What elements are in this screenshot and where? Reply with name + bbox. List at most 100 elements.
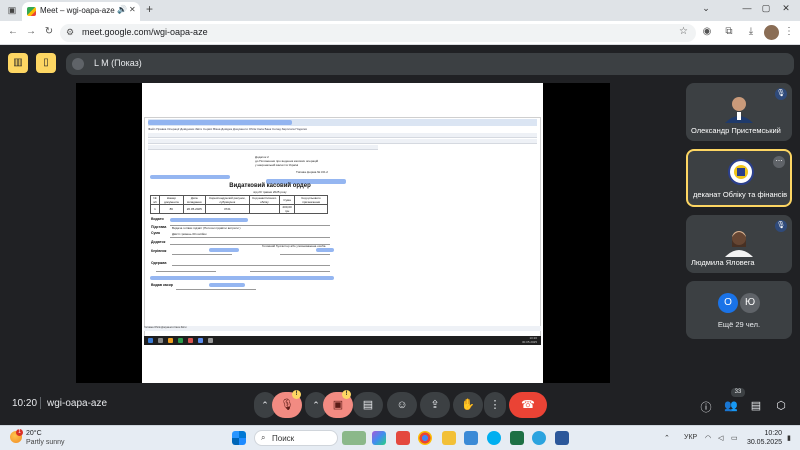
table-cell: 20.05.2025 xyxy=(182,204,206,214)
taskbar-search[interactable]: ⌕ Поиск xyxy=(254,430,338,446)
notifications-icon[interactable]: ▮ xyxy=(787,434,791,442)
highlight-mark xyxy=(209,248,239,252)
browser-tab-strip: ▣ Meet – wgi-oapa-aze 🔊 ✕ + ⌄ — ▢ ✕ xyxy=(0,0,800,21)
file-explorer-icon[interactable] xyxy=(442,431,456,445)
form-table: № з/п Номер документа Дата складання Кор… xyxy=(150,195,328,214)
excel-icon[interactable] xyxy=(510,431,524,445)
activities-icon[interactable]: ⬡ xyxy=(773,399,789,412)
participant-tile[interactable]: ⋯ деканат Обліку та фінансів xyxy=(686,149,792,207)
highlight-mark xyxy=(150,175,230,179)
windows-start-icon[interactable] xyxy=(232,431,246,445)
table-header-cell: Сума xyxy=(278,195,296,205)
participant-tile[interactable]: 🎙 Олександр Пристемський xyxy=(686,83,792,141)
skype-icon[interactable] xyxy=(487,431,501,445)
layout-toggle-icon[interactable]: ▥ xyxy=(8,53,28,73)
form-line xyxy=(156,271,216,272)
highlight-mark xyxy=(148,120,292,125)
taskbar-clock[interactable]: 10:20 30.05.2025 xyxy=(746,429,782,447)
new-tab-button[interactable]: + xyxy=(146,2,153,16)
download-icon[interactable]: ⤓ xyxy=(744,26,758,37)
pin-presentation-icon[interactable]: ▯ xyxy=(36,53,56,73)
news-widget-icon[interactable] xyxy=(342,431,366,445)
tab-list-icon[interactable]: ⌄ xyxy=(696,3,716,14)
shared-toolbar-2 xyxy=(148,139,537,144)
participant-avatar: О xyxy=(718,293,738,313)
maximize-button[interactable]: ▢ xyxy=(756,3,776,14)
presenter-label: L M (Показ) xyxy=(94,58,142,68)
form-label-oderzhav: Одержав xyxy=(151,261,167,265)
windows-taskbar: 1 20°C Partly sunny ⌕ Поиск ⌃ УКР ◠ ◁ ▭ … xyxy=(0,425,800,450)
people-icon[interactable]: 👥 xyxy=(723,399,739,412)
meeting-time: 10:20 xyxy=(12,398,38,409)
battery-icon[interactable]: ▭ xyxy=(731,434,738,442)
meeting-info-icon[interactable]: ⓘ xyxy=(698,399,714,415)
shared-clock-date: 30.05.2025 xyxy=(521,339,537,344)
form-label-dodatok: Додаток xyxy=(151,240,166,244)
app-icon[interactable] xyxy=(396,431,410,445)
suma-text: Двісті гривень 00 копійок xyxy=(172,232,207,236)
shared-clock: 10:20 30.05.2025 xyxy=(521,336,537,344)
form-reference: Типова форма № КО-2 xyxy=(296,170,328,174)
present-screen-icon[interactable]: ⇪ xyxy=(420,392,450,418)
highlight-mark xyxy=(150,276,334,280)
participant-name: деканат Обліку та фінансів xyxy=(693,190,788,199)
camera-warning-icon: ! xyxy=(342,390,351,399)
raise-hand-icon[interactable]: ✋ xyxy=(453,392,483,418)
shared-toolbar-3 xyxy=(148,145,378,150)
wifi-icon[interactable]: ◠ xyxy=(705,434,711,442)
participant-photo xyxy=(725,97,753,123)
form-line xyxy=(176,289,256,290)
weather-temperature[interactable]: 20°C xyxy=(26,430,42,437)
tab-audio-icon[interactable]: 🔊 xyxy=(117,5,127,14)
table-cell: 3721 xyxy=(204,204,250,214)
weather-description[interactable]: Partly sunny xyxy=(26,439,65,446)
reload-icon[interactable]: ↻ xyxy=(42,26,56,37)
presenter-chip[interactable]: L M (Показ) xyxy=(66,53,794,75)
shared-start-icon xyxy=(148,338,153,343)
profile-avatar[interactable] xyxy=(764,25,779,40)
chat-icon[interactable]: ▤ xyxy=(748,399,764,412)
more-participants-tile[interactable]: О Ю Ещё 29 чел. xyxy=(686,281,792,339)
mic-warning-icon: ! xyxy=(292,390,301,399)
word-icon[interactable] xyxy=(555,431,569,445)
reactions-icon[interactable]: ☺ xyxy=(387,392,417,418)
people-count-badge: 33 xyxy=(731,388,745,397)
pidstava-text: Видача готівки підзвіт (Поточні підзвітн… xyxy=(172,226,241,230)
tray-chevron-icon[interactable]: ⌃ xyxy=(664,434,670,442)
store-icon[interactable] xyxy=(464,431,478,445)
leave-call-button[interactable]: ☎ xyxy=(509,392,547,418)
meet-top-bar: ▥ ▯ L M (Показ) xyxy=(0,45,800,83)
tab-close-icon[interactable]: ✕ xyxy=(129,5,136,14)
form-line xyxy=(170,237,330,238)
extension-icon[interactable]: ◉ xyxy=(700,26,714,37)
search-icon: ⌕ xyxy=(261,433,266,442)
participant-tile[interactable]: 🎙 Людмила Яловега xyxy=(686,215,792,273)
shared-toolbar-1 xyxy=(148,133,537,138)
address-bar[interactable]: ⚙ meet.google.com/wgi-oapa-aze ☆ xyxy=(60,24,696,42)
bookmark-star-icon[interactable]: ☆ xyxy=(679,26,688,37)
table-header-cell: Кореспондуючий рахунок, субрахунок xyxy=(204,195,250,205)
form-line xyxy=(250,271,330,272)
language-indicator[interactable]: УКР xyxy=(684,434,697,441)
forward-icon[interactable]: → xyxy=(24,26,38,37)
url-text[interactable]: meet.google.com/wgi-oapa-aze xyxy=(82,27,208,37)
tab-title: Meet – wgi-oapa-aze xyxy=(40,6,115,15)
participant-name: Людмила Яловега xyxy=(691,258,755,267)
telegram-icon[interactable] xyxy=(532,431,546,445)
tab-meet[interactable]: Meet – wgi-oapa-aze 🔊 ✕ xyxy=(22,2,140,21)
volume-icon[interactable]: ◁ xyxy=(718,434,723,442)
chrome-menu-icon[interactable]: ⋮ xyxy=(782,26,796,37)
back-icon[interactable]: ← xyxy=(6,26,20,37)
highlight-mark xyxy=(170,218,248,222)
close-window-button[interactable]: ✕ xyxy=(776,3,796,14)
more-options-icon[interactable]: ⋮ xyxy=(484,392,506,418)
captions-icon[interactable]: ▤ xyxy=(353,392,383,418)
copilot-icon[interactable] xyxy=(372,431,386,445)
form-header-block: Додаток 2 до Положення про ведення касов… xyxy=(255,155,353,167)
tab-search-icon[interactable]: ▣ xyxy=(4,3,20,18)
chrome-icon[interactable] xyxy=(418,431,432,445)
site-info-icon[interactable]: ⚙ xyxy=(66,27,74,38)
extensions-puzzle-icon[interactable]: ⧉ xyxy=(722,26,736,37)
minimize-button[interactable]: — xyxy=(737,3,757,13)
table-cell: 1 xyxy=(150,204,160,214)
